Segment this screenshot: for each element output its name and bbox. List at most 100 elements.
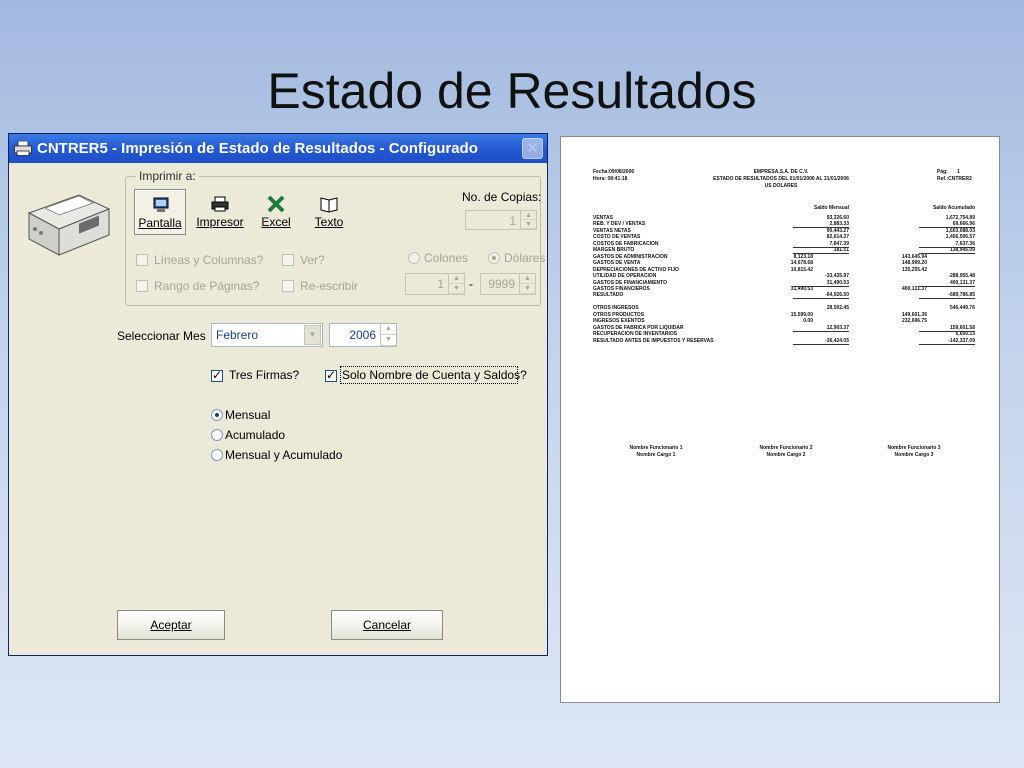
page-from-field[interactable]: 1 ▲ ▼	[405, 273, 465, 295]
copies-label: No. de Copias:	[462, 190, 542, 204]
report-cell-label: RESULTADO ANTES DE IMPUESTOS Y RESERVAS	[593, 337, 714, 344]
report-rule	[793, 298, 849, 300]
print-target-label: Imprimir a:	[136, 169, 199, 183]
signature-role: Nombre Cargo 1	[636, 452, 676, 458]
report-cell-label: VENTAS	[593, 215, 613, 221]
report-time: Hora: 08:41:18	[593, 176, 628, 182]
month-dropdown-arrow[interactable]: ▼	[304, 325, 321, 345]
colones-radio[interactable]	[408, 252, 420, 264]
report-rule	[919, 246, 975, 248]
report-rule	[919, 285, 975, 287]
target-texto-label: Texto	[314, 215, 344, 229]
report-cell-label: RECUPERACION DE INVENTARIOS	[593, 331, 678, 338]
tres-firmas-checkbox[interactable]: ✓	[211, 368, 223, 382]
report-ref: Ref.:CNTRER2	[937, 176, 972, 182]
dolares-radio[interactable]	[488, 252, 500, 264]
period-acumulado-radio[interactable]	[211, 429, 223, 441]
copies-spinner[interactable]: ▲ ▼	[520, 211, 536, 229]
slide-title: Estado de Resultados	[267, 63, 757, 119]
period-mensual-radio[interactable]	[211, 409, 223, 421]
report-rule	[793, 330, 849, 332]
page-from-spinner[interactable]: ▲ ▼	[448, 274, 464, 294]
rango-paginas-checkbox[interactable]	[136, 280, 148, 292]
target-excel-label: Excel	[261, 215, 291, 229]
reescribir-checkbox[interactable]	[282, 280, 294, 292]
month-select[interactable]: Febrero ▼	[211, 323, 323, 347]
period-mensual-acumulado-radio[interactable]	[211, 449, 223, 461]
report-cell-label: OTROS INGRESOS	[593, 305, 639, 312]
month-label: Seleccionar Mes	[117, 329, 206, 343]
window-titlebar[interactable]: CNTRER5 - Impresión de Estado de Resulta…	[9, 134, 547, 163]
accept-button[interactable]: Aceptar	[117, 610, 225, 640]
report-cell-a: 31,490.53	[790, 285, 813, 292]
year-field[interactable]: 2006 ▲ ▼	[329, 323, 397, 347]
target-texto-button[interactable]: Texto	[306, 189, 352, 235]
close-button[interactable]: ✕	[522, 138, 543, 159]
solo-nombre-label: Solo Nombre de Cuenta y Saldos?	[342, 368, 527, 382]
report-currency: US DOLARES	[764, 183, 798, 189]
report-page-label: Pág:	[937, 169, 948, 175]
report-rule	[919, 298, 975, 300]
close-icon: ✕	[526, 140, 539, 157]
report-cell-b: 82,614.37	[826, 234, 849, 241]
page-to-field[interactable]: 9999 ▲ ▼	[480, 273, 536, 295]
report-rule	[919, 227, 975, 229]
report-cell-d: -288,955.48	[948, 273, 975, 280]
report-cell-b: 93,326.60	[826, 215, 849, 221]
period-mensual-label: Mensual	[225, 408, 271, 422]
dialog-client-area: Imprimir a: Pantalla Impresor Excel Text…	[9, 163, 547, 655]
lineas-columnas-label: Líneas y Columnas?	[154, 253, 264, 267]
report-rule	[919, 330, 975, 332]
period-mensual-acumulado-label: Mensual y Acumulado	[225, 448, 343, 462]
target-impresor-button[interactable]: Impresor	[192, 189, 248, 235]
report-cell-label: RESULTADO	[593, 292, 624, 299]
monitor-icon	[153, 197, 169, 212]
report-cell-label: GASTOS DE FABRICA POR LIQUIDAR	[593, 324, 684, 331]
cancel-label: Cancelar	[362, 618, 412, 632]
report-cell-label: VENTAS NETAS	[593, 227, 631, 234]
report-preview-page: Fecha:09/08/2006 Hora: 08:41:18 EMPRESA,…	[560, 136, 1000, 703]
report-cell-a: 0.00	[803, 318, 813, 325]
report-cell-label: GASTOS DE ADMINISTRACION	[593, 253, 668, 260]
period-acumulado-label: Acumulado	[225, 428, 286, 442]
ver-label: Ver?	[300, 253, 325, 267]
signature-name: Nombre Funcionario 1	[629, 445, 683, 451]
report-cell-b: -33,435.97	[825, 273, 849, 280]
report-cell-d: 1,672,754.89	[945, 215, 975, 221]
report-cell-label: INGRESOS EXENTOS	[593, 318, 645, 325]
report-rule	[793, 227, 849, 229]
lineas-columnas-checkbox[interactable]	[136, 254, 148, 266]
page-to-spinner[interactable]: ▲ ▼	[519, 274, 535, 294]
report-rule	[793, 246, 849, 248]
report-cell-d: 1,456,506.57	[945, 234, 975, 241]
target-pantalla-button[interactable]: Pantalla	[134, 189, 186, 235]
signature-role: Nombre Cargo 3	[894, 452, 934, 458]
report-cell-a: 14,678.68	[790, 260, 813, 267]
report-col-month: Saldo Mensual	[813, 205, 849, 211]
accept-label: Aceptar	[150, 618, 192, 632]
report-cell-a: 10,815.42	[790, 266, 813, 273]
report-cell-a: 8,123.18	[793, 253, 813, 260]
report-cell-c: 135,255.42	[901, 266, 927, 273]
tres-firmas-label: Tres Firmas?	[229, 368, 300, 382]
target-pantalla-label: Pantalla	[138, 216, 182, 230]
signature-name: Nombre Funcionario 3	[887, 445, 941, 451]
month-value: Febrero	[216, 328, 259, 342]
ver-checkbox[interactable]	[282, 254, 294, 266]
cancel-button[interactable]: Cancelar	[331, 610, 443, 640]
excel-icon	[267, 195, 285, 213]
solo-nombre-checkbox[interactable]: ✓	[325, 368, 337, 382]
report-cell-label: COSTO DE VENTAS	[593, 234, 641, 241]
report-rule	[793, 343, 849, 345]
report-cell-label: UTILIDAD DE OPERACION	[593, 273, 657, 280]
target-excel-button[interactable]: Excel	[254, 189, 298, 235]
window-title: CNTRER5 - Impresión de Estado de Resulta…	[37, 140, 478, 157]
colones-label: Colones	[424, 251, 469, 265]
report-rule	[919, 343, 975, 345]
year-spinner[interactable]: ▲ ▼	[380, 324, 396, 346]
print-dialog-window: CNTRER5 - Impresión de Estado de Resulta…	[8, 133, 548, 656]
copies-field[interactable]: 1 ▲ ▼	[465, 210, 537, 230]
book-icon	[320, 197, 338, 213]
report-cell-label: COSTOS DE FABRICACION	[593, 240, 659, 247]
report-cell-d: 1,603,088.03	[945, 227, 975, 234]
